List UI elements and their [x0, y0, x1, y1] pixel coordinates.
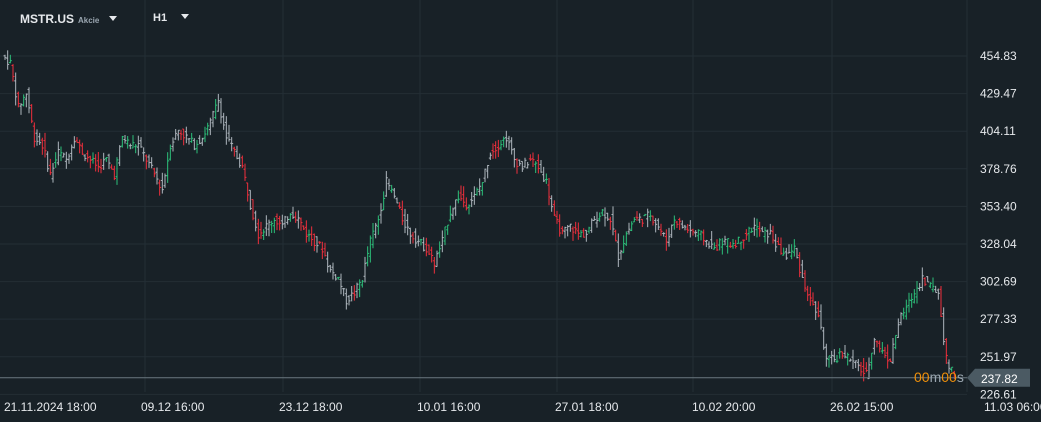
x-tick-label: 10.01 16:00 — [417, 400, 481, 414]
countdown-s-unit: s — [956, 369, 964, 385]
y-tick-label: 429.47 — [980, 87, 1017, 101]
x-tick-label: 21.11.2024 18:00 — [4, 400, 97, 414]
bar-countdown: 00m00s — [914, 369, 964, 385]
y-tick-label: 277.33 — [980, 312, 1017, 326]
current-price-label: 237.82 — [981, 372, 1018, 386]
y-tick-label: 328.04 — [980, 237, 1017, 251]
instrument-type: Akcie — [78, 16, 100, 25]
y-tick-label: 378.76 — [980, 162, 1017, 176]
x-tick-label: 26.02 15:00 — [830, 400, 894, 414]
y-tick-label: 404.11 — [980, 124, 1016, 138]
y-tick-label: 302.69 — [980, 275, 1017, 289]
x-tick-label: 23.12 18:00 — [279, 400, 343, 414]
symbol-selector[interactable]: MSTR.US Akcie — [20, 12, 118, 26]
x-tick-label: 09.12 16:00 — [141, 400, 205, 414]
timeframe-selector[interactable]: H1 — [153, 12, 190, 24]
y-tick-label: 251.97 — [980, 350, 1017, 364]
countdown-m-unit: m — [929, 369, 942, 385]
x-tick-label: 10.02 20:00 — [692, 400, 756, 414]
symbol-label: MSTR.US — [20, 12, 74, 26]
price-chart[interactable]: 454.83 429.47 404.11 378.76 353.40 328.04 302.… — [0, 0, 1041, 422]
countdown-minutes: 00 — [914, 369, 930, 385]
y-tick-label: 454.83 — [980, 49, 1017, 63]
chevron-down-icon[interactable] — [181, 14, 190, 19]
x-tick-label: 27.01 18:00 — [555, 400, 619, 414]
timeframe-label: H1 — [153, 12, 168, 24]
chevron-down-icon[interactable] — [109, 16, 118, 21]
countdown-seconds: 00 — [941, 369, 957, 385]
x-tick-label: 11.03 06:00 — [984, 400, 1041, 414]
y-tick-label: 353.40 — [980, 199, 1017, 213]
